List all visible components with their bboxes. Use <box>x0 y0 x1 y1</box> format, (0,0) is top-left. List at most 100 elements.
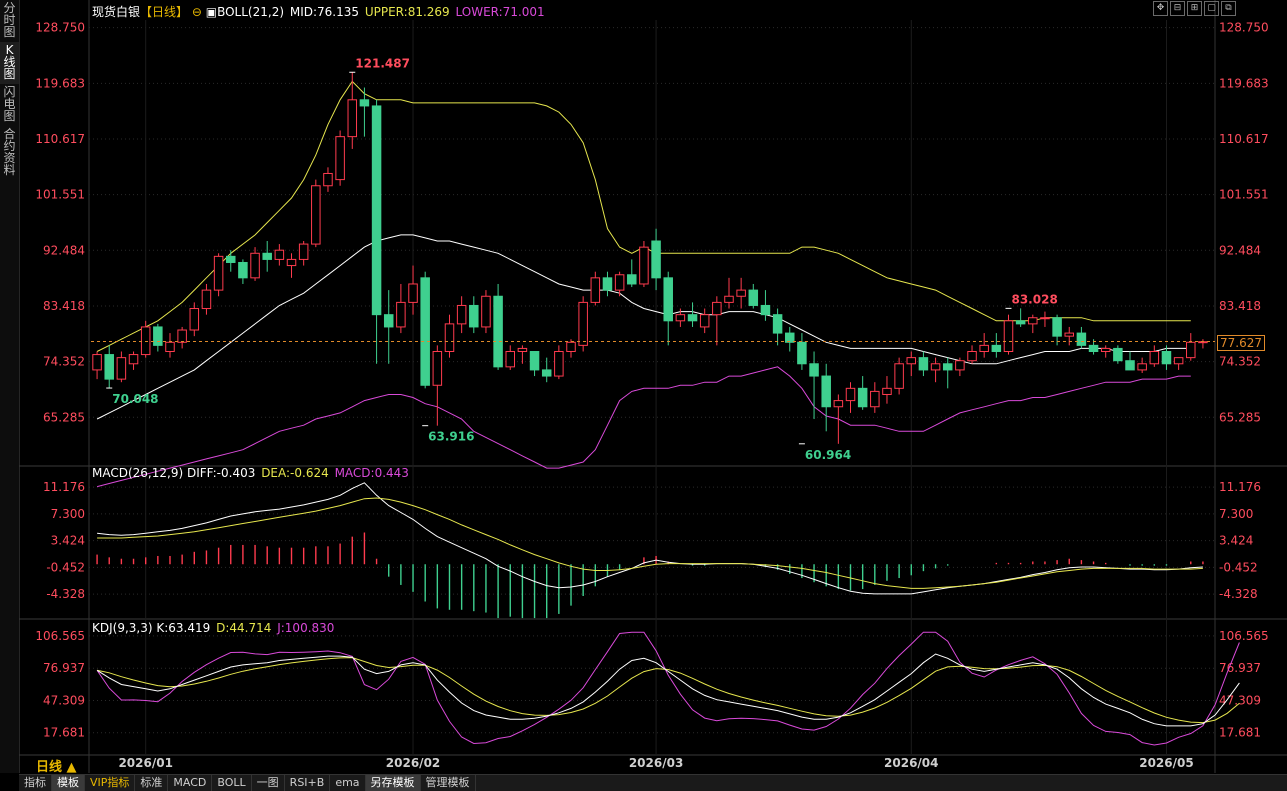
kdj-tick-label-left: 47.309 <box>43 693 85 707</box>
kdj-tick-label-left: 106.565 <box>35 629 85 643</box>
tab-indicators[interactable]: 指标 <box>19 775 52 791</box>
candle-up <box>432 351 443 386</box>
candle-up <box>298 243 309 260</box>
sidebar-item-contract-info[interactable]: 合约资料 <box>0 126 19 180</box>
chart-toolbar: ✥ ⊟ ⊞ ▢ ⧉ <box>1153 1 1236 16</box>
price-tick-label-right: 74.352 <box>1219 355 1261 369</box>
tab-rsi-b[interactable]: RSI+B <box>285 775 331 791</box>
low-annotation: 60.964 <box>805 448 851 462</box>
macd-tick-label-right: -4.328 <box>1219 587 1258 601</box>
low-annotation: 70.048 <box>112 392 158 406</box>
macd-tick-label-left: 3.424 <box>51 534 85 548</box>
high-annotation: 83.028 <box>1011 292 1057 306</box>
candle-up <box>614 274 625 291</box>
kdj-j-line <box>96 631 1240 746</box>
candle-down <box>420 277 430 386</box>
kdj-tick-label-right: 106.565 <box>1219 629 1269 643</box>
macd-legend: MACD(26,12,9) DIFF:-0.403 DEA:-0.624 MAC… <box>92 466 409 480</box>
candle-down <box>371 105 382 316</box>
candle-down <box>663 277 673 322</box>
move-cross-icon[interactable]: ✥ <box>1153 1 1168 16</box>
candle-up <box>1149 351 1160 365</box>
candle-down <box>942 363 953 371</box>
settings-circle-icon[interactable]: ⊖ <box>192 5 202 19</box>
kdj-tick-label-right: 76.937 <box>1219 661 1261 675</box>
candle-up <box>311 185 321 245</box>
candle-up <box>140 326 151 356</box>
candle-down <box>225 255 236 263</box>
candle-up <box>639 246 649 285</box>
instrument-name: 现货白银 <box>92 5 141 19</box>
candle-down <box>1015 320 1026 325</box>
kdj-label: KDJ(9,3,3) <box>92 621 153 635</box>
left-view-sidebar: 分时图 K线图 闪电图 合约资料 <box>0 0 20 773</box>
candle-down <box>602 277 613 291</box>
boll-lower: LOWER:71.001 <box>455 5 545 19</box>
candle-up <box>1003 320 1014 352</box>
period-selector[interactable]: 日线 ▲ <box>36 756 77 775</box>
candle-down <box>529 351 540 371</box>
candle-down <box>262 252 272 260</box>
price-tick-label-right: 110.617 <box>1219 132 1269 146</box>
boll-upper: UPPER:81.269 <box>364 5 450 19</box>
tab-standard[interactable]: 标准 <box>135 775 169 791</box>
candle-up <box>128 354 139 365</box>
date-label: 2026/04 <box>884 756 938 770</box>
sidebar-item-timeshare[interactable]: 分时图 <box>0 0 19 42</box>
candle-up <box>250 252 260 279</box>
candle-down <box>687 314 698 322</box>
macd-tick-label-left: 7.300 <box>51 507 85 521</box>
candle-up <box>699 314 710 328</box>
candle-up <box>481 295 491 328</box>
tab-manage-template[interactable]: 管理模板 <box>421 775 476 791</box>
price-tick-label-right: 92.484 <box>1219 243 1261 257</box>
candle-down <box>153 326 163 346</box>
candle-down <box>772 314 783 334</box>
candle-down <box>784 332 795 343</box>
chart-canvas[interactable]: 128.750 128.750 119.683 119.683 110.617 110.6… <box>19 0 1287 773</box>
tab-vip-indicators[interactable]: VIP指标 <box>85 775 136 791</box>
macd-diff: DIFF:-0.403 <box>186 466 256 480</box>
candle-down <box>857 387 868 408</box>
tab-one-chart[interactable]: 一图 <box>252 775 285 791</box>
date-label: 2026/02 <box>386 756 440 770</box>
candle-up <box>724 295 734 303</box>
kdj-k: K:63.419 <box>156 621 211 635</box>
candle-up <box>177 329 187 343</box>
zoom-in-icon[interactable]: ⊞ <box>1187 1 1202 16</box>
sidebar-item-flash[interactable]: 闪电图 <box>0 84 19 126</box>
candle-down <box>760 304 771 316</box>
kdj-tick-label-right: 47.309 <box>1219 693 1261 707</box>
candle-down <box>918 357 929 371</box>
candle-up <box>1064 332 1075 337</box>
tab-template[interactable]: 模板 <box>52 775 85 791</box>
candle-up <box>1040 317 1050 320</box>
candle-up <box>286 258 297 267</box>
price-tick-label-left: 65.285 <box>43 410 85 424</box>
candle-down <box>469 304 479 328</box>
candle-down <box>797 341 807 365</box>
price-tick-label-right: 83.418 <box>1219 299 1261 313</box>
zoom-out-icon[interactable]: ⊟ <box>1170 1 1185 16</box>
candle-up <box>1100 347 1111 352</box>
expand-icon[interactable]: ⧉ <box>1221 1 1236 16</box>
tab-macd[interactable]: MACD <box>168 775 213 791</box>
kdj-k-line <box>96 653 1240 727</box>
candle-down <box>383 314 394 328</box>
price-tick-label-left: 74.352 <box>43 355 85 369</box>
boll-mid: MID:76.135 <box>289 5 360 19</box>
window-icon[interactable]: ▢ <box>1204 1 1219 16</box>
price-tick-label-right: 65.285 <box>1219 410 1261 424</box>
candle-up <box>833 400 844 408</box>
tab-ema[interactable]: ema <box>330 775 366 791</box>
tab-boll[interactable]: BOLL <box>212 775 252 791</box>
tab-save-template[interactable]: 另存模板 <box>365 775 421 791</box>
candle-down <box>651 240 661 279</box>
sidebar-item-kline[interactable]: K线图 <box>0 42 19 84</box>
candle-up <box>201 289 212 310</box>
macd-value: MACD:0.443 <box>334 466 409 480</box>
candle-down <box>991 344 1002 353</box>
kdj-tick-label-left: 17.681 <box>43 726 85 740</box>
candle-up <box>396 301 406 328</box>
price-tick-label-left: 83.418 <box>43 299 85 313</box>
